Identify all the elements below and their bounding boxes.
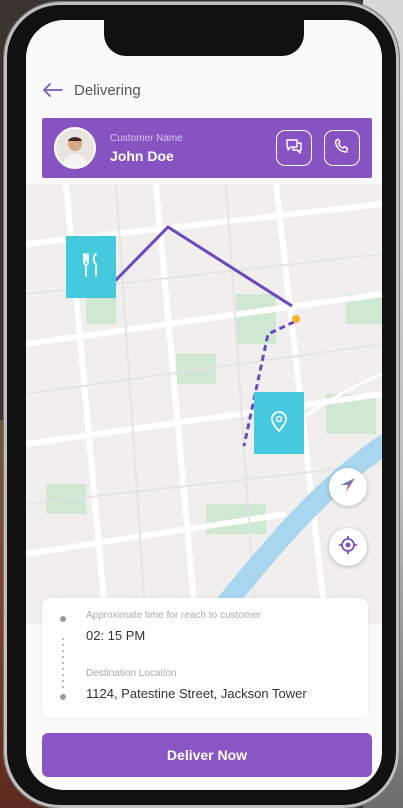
phone-icon xyxy=(334,137,350,159)
destination-marker[interactable] xyxy=(254,392,304,454)
eta-value: 02: 15 PM xyxy=(86,628,146,643)
phone-frame: Delivering Customer Name John Doe Approx… xyxy=(4,2,399,808)
destination-dot xyxy=(60,694,66,700)
delivery-info-card: Approximate time for reach to customer 0… xyxy=(42,598,368,718)
eta-label: Approximate time for reach to customer xyxy=(86,610,262,621)
arrow-left-icon[interactable] xyxy=(42,79,64,101)
time-dot xyxy=(60,616,66,622)
customer-info: Customer Name John Doe xyxy=(110,133,276,164)
customer-label: Customer Name xyxy=(110,132,183,144)
top-bar: Delivering xyxy=(26,72,382,108)
delivery-map[interactable] xyxy=(26,184,382,624)
location-pin-icon xyxy=(270,410,288,437)
locate-button[interactable] xyxy=(329,528,367,566)
target-icon xyxy=(338,535,358,560)
avatar xyxy=(54,127,96,169)
deliver-now-button[interactable]: Deliver Now xyxy=(42,733,372,777)
timeline-connector xyxy=(62,638,64,690)
page-title: Delivering xyxy=(74,81,141,99)
chat-button[interactable] xyxy=(276,130,312,166)
destination-row: Destination Location 1124, Patestine Str… xyxy=(86,668,307,701)
call-button[interactable] xyxy=(324,130,360,166)
fork-knife-icon xyxy=(81,252,101,282)
destination-value: 1124, Patestine Street, Jackson Tower xyxy=(86,686,307,701)
compass-button[interactable] xyxy=(329,468,367,506)
eta-row: Approximate time for reach to customer 0… xyxy=(86,610,261,643)
customer-card: Customer Name John Doe xyxy=(42,118,372,178)
destination-label: Destination Location xyxy=(86,668,177,679)
chat-icon xyxy=(285,138,303,159)
restaurant-marker[interactable] xyxy=(66,236,116,298)
customer-name: John Doe xyxy=(110,147,174,164)
phone-notch xyxy=(104,20,304,56)
compass-icon xyxy=(339,476,357,499)
phone-screen: Delivering Customer Name John Doe Approx… xyxy=(26,20,382,790)
